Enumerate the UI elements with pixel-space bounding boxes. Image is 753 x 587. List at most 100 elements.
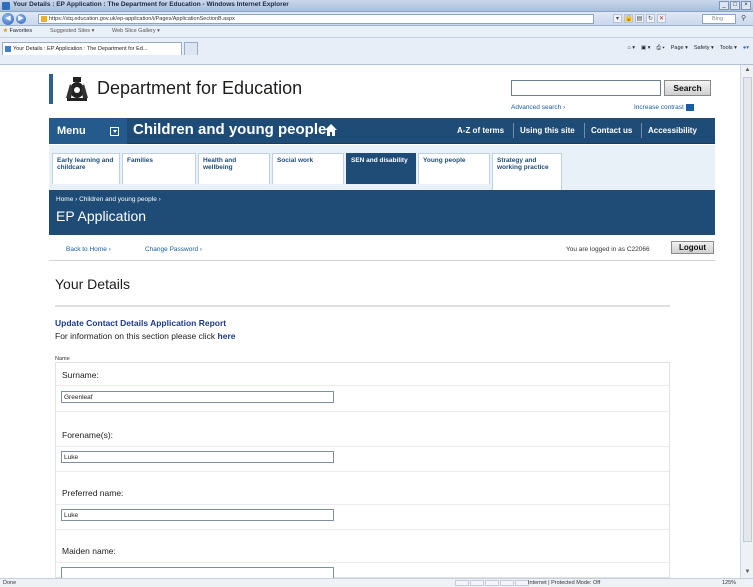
window-controls: _ □ ×: [719, 1, 751, 10]
heading-divider: [55, 305, 670, 307]
details-form: Surname: Forename(s): Preferred name: Ma…: [55, 362, 670, 578]
help-icon[interactable]: ●▾: [743, 45, 749, 52]
user-bar: Back to Home › Change Password › You are…: [49, 235, 715, 261]
info-here-link[interactable]: here: [218, 331, 236, 341]
field-divider: [56, 446, 669, 447]
section-title[interactable]: Children and young people: [133, 121, 326, 138]
tab-bar: Your Details : EP Application : The Depa…: [0, 38, 753, 65]
increase-contrast-label: Increase contrast: [634, 104, 684, 112]
status-bar: Done Internet | Protected Mode: Off 125%: [0, 578, 753, 587]
home-icon[interactable]: [325, 124, 337, 136]
page-menu[interactable]: Page ▾: [671, 45, 688, 52]
forename-label: Forename(s):: [62, 430, 114, 440]
ie-icon: [2, 2, 10, 10]
bing-placeholder: Bing: [712, 16, 724, 22]
safety-menu[interactable]: Safety ▾: [694, 45, 714, 52]
nav-accessibility[interactable]: Accessibility: [648, 126, 697, 135]
report-link[interactable]: Update Contact Details Application Repor…: [55, 318, 226, 328]
bing-search-input[interactable]: Bing: [702, 14, 736, 24]
menu-label: Menu: [57, 125, 86, 137]
scroll-down-icon[interactable]: ▼: [743, 568, 752, 577]
status-text: Done: [3, 580, 17, 586]
maximize-icon[interactable]: □: [730, 1, 740, 10]
close-icon[interactable]: ×: [741, 1, 751, 10]
web-slice-gallery[interactable]: Web Slice Gallery ▾: [112, 28, 160, 34]
tab-strategy[interactable]: Strategy and working practice: [492, 153, 562, 193]
forward-icon[interactable]: ▶: [16, 14, 26, 24]
info-text-label: For information on this section please c…: [55, 331, 218, 341]
nav-using-site[interactable]: Using this site: [520, 126, 575, 135]
url-text: https://stq.education.gov.uk/ep-applicat…: [49, 16, 235, 22]
field-divider: [56, 411, 669, 412]
field-divider: [56, 385, 669, 386]
search-button[interactable]: Search: [664, 80, 711, 96]
forename-field[interactable]: [61, 451, 334, 463]
stop-icon[interactable]: ✕: [657, 14, 666, 23]
nav-separator: [641, 123, 642, 138]
minimize-icon[interactable]: _: [719, 1, 729, 10]
back-to-home-link[interactable]: Back to Home ›: [66, 246, 111, 253]
home-icon[interactable]: ⌂ ▾: [627, 45, 635, 52]
nav-contact-us[interactable]: Contact us: [591, 126, 632, 135]
field-divider: [56, 504, 669, 505]
info-text: For information on this section please c…: [55, 331, 236, 341]
nav-separator: [513, 123, 514, 138]
tab-young-people[interactable]: Young people: [418, 153, 490, 184]
address-tools: ▾ 🔒 ▤ ↻ ✕: [613, 14, 666, 24]
search-icon[interactable]: ⚲: [741, 14, 746, 22]
main-navigation: Menu Children and young people A-Z of te…: [49, 118, 715, 144]
scroll-up-icon[interactable]: ▲: [743, 66, 752, 75]
preferred-name-label: Preferred name:: [62, 488, 124, 498]
print-icon[interactable]: ⎙ ▾: [656, 45, 664, 52]
favorites-button[interactable]: ★ Favorites: [3, 28, 32, 34]
zoom-level[interactable]: 125%: [722, 579, 736, 587]
field-divider: [56, 529, 669, 530]
favorites-bar: ★ Favorites Suggested Sites ▾ Web Slice …: [0, 26, 753, 38]
tools-menu[interactable]: Tools ▾: [720, 45, 737, 52]
tab-social-work[interactable]: Social work: [272, 153, 344, 184]
status-cells: [455, 580, 529, 586]
page-icon: [41, 16, 47, 22]
surname-field[interactable]: [61, 391, 334, 403]
dropdown-icon[interactable]: ▾: [613, 14, 622, 23]
page-title: Your Details: [55, 276, 130, 292]
site-search-input[interactable]: [511, 80, 661, 96]
compat-icon[interactable]: ▤: [635, 14, 644, 23]
address-bar: ◀ ▶ https://stq.education.gov.uk/ep-appl…: [0, 12, 753, 26]
menu-button[interactable]: Menu: [49, 118, 127, 144]
tab-sen-disability[interactable]: SEN and disability: [346, 153, 416, 184]
back-icon[interactable]: ◀: [2, 13, 14, 25]
tab-title: Your Details : EP Application : The Depa…: [13, 46, 148, 52]
breadcrumb[interactable]: Home › Children and young people ›: [56, 196, 161, 203]
site-container: Department for Education Search Advanced…: [49, 65, 715, 578]
new-tab-button[interactable]: [184, 42, 198, 55]
field-divider: [56, 562, 669, 563]
vertical-scrollbar[interactable]: ▲ ▼: [740, 65, 753, 578]
scrollbar-thumb[interactable]: [743, 77, 752, 542]
tab-families[interactable]: Families: [122, 153, 196, 184]
nav-az-terms[interactable]: A-Z of terms: [457, 126, 504, 135]
tab-early-learning[interactable]: Early learning and childcare: [52, 153, 120, 184]
tab-health-wellbeing[interactable]: Health and wellbeing: [198, 153, 270, 184]
brand-bar: [49, 74, 53, 104]
logout-button[interactable]: Logout: [671, 241, 714, 254]
window-title: Your Details : EP Application : The Depa…: [13, 1, 289, 8]
change-password-link[interactable]: Change Password ›: [145, 246, 202, 253]
browser-tab[interactable]: Your Details : EP Application : The Depa…: [2, 42, 182, 55]
lock-icon[interactable]: 🔒: [624, 14, 633, 23]
security-zone[interactable]: Internet | Protected Mode: Off: [528, 579, 600, 587]
url-field[interactable]: https://stq.education.gov.uk/ep-applicat…: [38, 14, 594, 24]
app-title: EP Application: [56, 208, 147, 224]
increase-contrast-link[interactable]: Increase contrast: [634, 104, 694, 111]
chevron-down-icon: [110, 127, 119, 136]
preferred-name-field[interactable]: [61, 509, 334, 521]
command-bar: ⌂ ▾ ▣ ▾ ⎙ ▾ Page ▾ Safety ▾ Tools ▾ ●▾: [627, 45, 749, 52]
maiden-name-label: Maiden name:: [62, 546, 116, 556]
department-name: Department for Education: [97, 78, 303, 98]
advanced-search-link[interactable]: Advanced search ›: [511, 104, 565, 111]
refresh-icon[interactable]: ↻: [646, 14, 655, 23]
maiden-name-field[interactable]: [61, 567, 334, 578]
suggested-sites[interactable]: Suggested Sites ▾: [50, 28, 94, 34]
field-divider: [56, 471, 669, 472]
feeds-icon[interactable]: ▣ ▾: [641, 45, 651, 52]
